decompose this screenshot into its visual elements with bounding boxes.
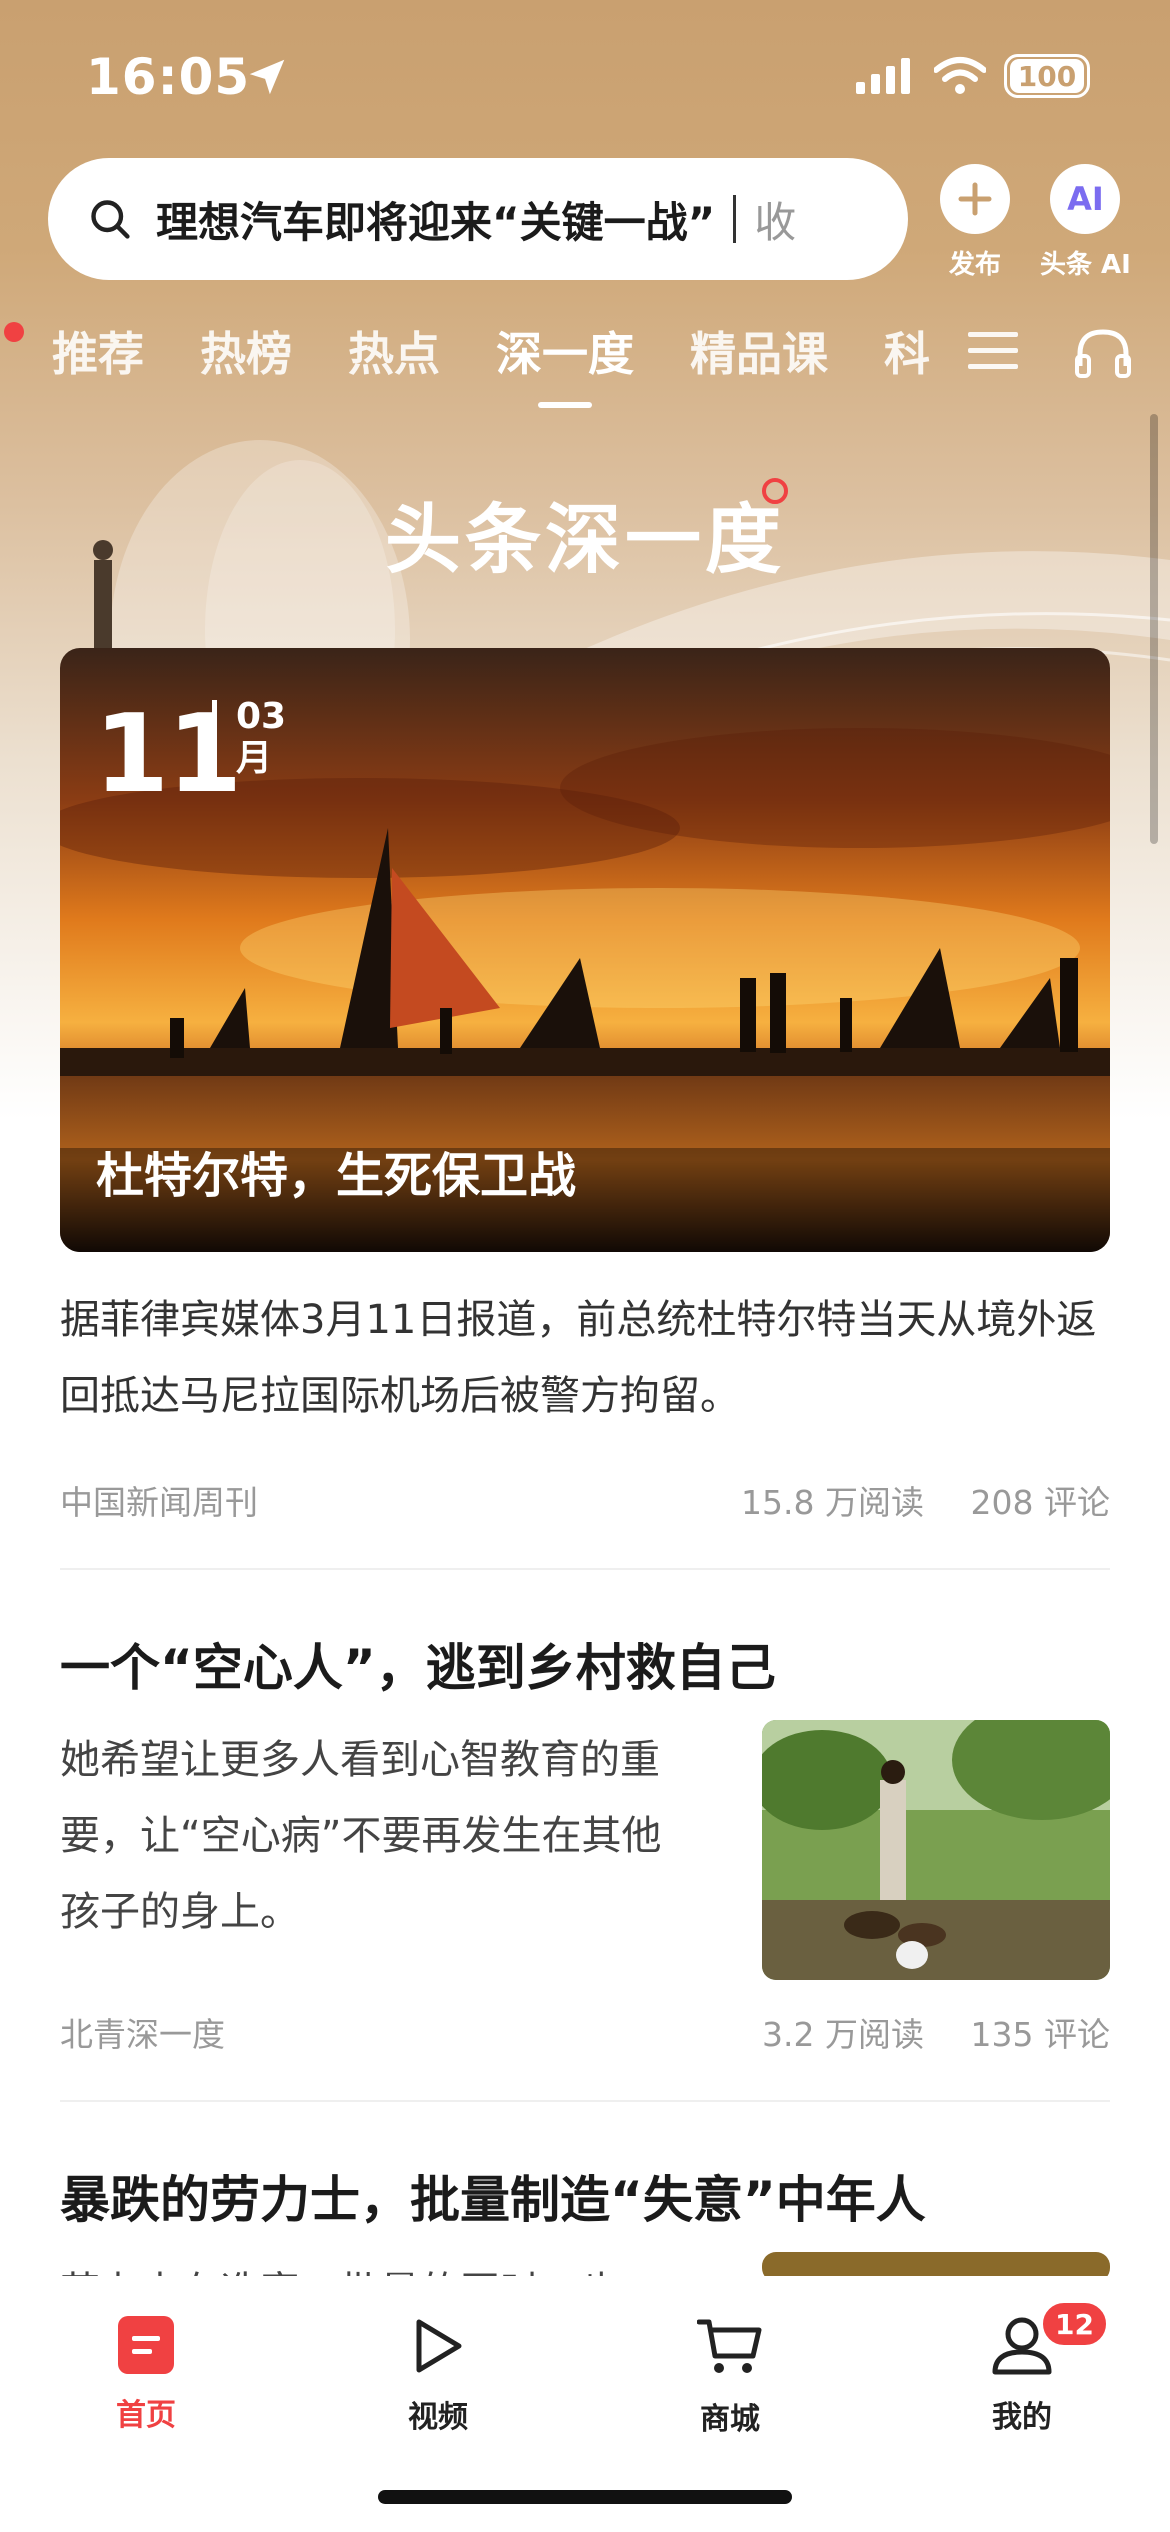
featured-article-comments: 208 评论 [970, 1483, 1110, 1522]
tab-deep[interactable]: 深一度 [496, 318, 634, 408]
home-icon [118, 2316, 174, 2374]
channel-tabs: 推荐 热榜 热点 深一度 精品课 科 [52, 318, 930, 408]
feature-month-number: 03 [236, 696, 287, 737]
publish-label: 发布 [948, 250, 1001, 280]
featured-article-card[interactable]: 11 03 月 杜特尔特，生死保卫战 [60, 648, 1110, 1252]
featured-article-reads: 15.8 万阅读 [741, 1483, 925, 1522]
wifi-icon [934, 57, 986, 94]
headphone-icon[interactable] [1074, 326, 1132, 380]
date-separator [212, 700, 217, 780]
publish-button[interactable]: 发布 [940, 164, 1010, 281]
signal-icon [856, 58, 910, 94]
nav-video-label: 视频 [408, 2400, 468, 2435]
feed-divider [60, 2100, 1110, 2102]
tab-premium-course-label: 精品课 [690, 327, 828, 381]
column-title-dot-icon [762, 478, 788, 504]
notification-badge: 12 [1040, 2300, 1109, 2348]
article-title[interactable]: 暴跌的劳力士，批量制造“失意”中年人 [60, 2160, 1110, 2232]
article-description: 她希望让更多人看到心智教育的重要，让“空心病”不要再发生在其他孩子的身上。 [60, 1737, 662, 1935]
nav-mall[interactable]: 商城 [640, 2316, 820, 2438]
status-indicators: 100 [856, 54, 1090, 98]
tab-recommend-label: 推荐 [52, 327, 144, 381]
nav-profile-label: 我的 [992, 2400, 1052, 2435]
article-description: 劳力士在造富，批量的同时，也 [60, 2254, 700, 2276]
article-meta: 北青深一度 3.2 万阅读 135 评论 [60, 2008, 1110, 2056]
ai-icon: AI [1050, 164, 1121, 234]
featured-article-meta: 中国新闻周刊 15.8 万阅读 208 评论 [60, 1476, 1110, 1524]
article-source[interactable]: 北青深一度 [60, 2008, 225, 2056]
tab-hotspot[interactable]: 热点 [348, 318, 440, 384]
tab-deep-label: 深一度 [496, 327, 634, 381]
plus-icon [940, 164, 1010, 234]
ai-label: 头条 AI [1040, 250, 1131, 280]
search-query: 理想汽车即将迎来“关键一战” [156, 197, 716, 247]
tab-hot-list[interactable]: 热榜 [200, 318, 292, 384]
channel-menu-icon[interactable] [968, 330, 1018, 370]
nav-profile[interactable]: 我的 12 [932, 2300, 1112, 2436]
cart-icon [697, 2319, 762, 2373]
featured-article-description: 据菲律宾媒体3月11日报道，前总统杜特尔特当天从境外返回抵达马尼拉国际机场后被警… [60, 1297, 1097, 1419]
tab-hot-list-label: 热榜 [200, 327, 292, 381]
home-indicator [378, 2490, 792, 2504]
search-cursor [733, 195, 737, 243]
nav-mall-label: 商城 [700, 2402, 760, 2437]
column-title: 头条深一度 [385, 495, 785, 584]
search-query-overflow: 收 [754, 197, 797, 247]
article-title[interactable]: 一个“空心人”，逃到乡村救自己 [60, 1628, 1110, 1700]
active-tab-indicator [538, 402, 592, 408]
feature-date-month: 03 月 [236, 696, 286, 780]
article-thumbnail[interactable] [762, 1720, 1110, 1980]
featured-article-title: 杜特尔特，生死保卫战 [96, 1148, 577, 1204]
nav-home[interactable]: 首页 [56, 2316, 236, 2434]
feed-divider [60, 1568, 1110, 1570]
battery-icon: 100 [1004, 54, 1090, 98]
nav-home-label: 首页 [116, 2398, 176, 2433]
article-comments: 135 评论 [970, 2015, 1110, 2054]
tab-tech[interactable]: 科 [884, 318, 930, 384]
featured-article-source[interactable]: 中国新闻周刊 [60, 1476, 258, 1524]
tab-recommend[interactable]: 推荐 [52, 318, 144, 384]
ai-icon-mark: AI [1067, 180, 1104, 218]
article-reads: 3.2 万阅读 [762, 2015, 925, 2054]
notification-dot [4, 322, 24, 342]
scrollbar[interactable] [1150, 414, 1158, 844]
tab-tech-label: 科 [884, 327, 930, 381]
search-bar[interactable]: 理想汽车即将迎来“关键一战” 收 [48, 158, 908, 280]
feature-date-day: 11 [94, 692, 242, 817]
status-time: 16:05 [86, 48, 251, 106]
battery-level: 100 [1010, 59, 1084, 93]
nav-video[interactable]: 视频 [348, 2316, 528, 2436]
tab-premium-course[interactable]: 精品课 [690, 318, 828, 384]
toutiao-ai-button[interactable]: AI 头条 AI [1040, 164, 1131, 281]
tab-hotspot-label: 热点 [348, 327, 440, 381]
search-icon [91, 200, 130, 239]
video-play-icon [416, 2319, 462, 2373]
location-arrow-icon [249, 59, 285, 95]
feature-month-char: 月 [236, 738, 273, 779]
